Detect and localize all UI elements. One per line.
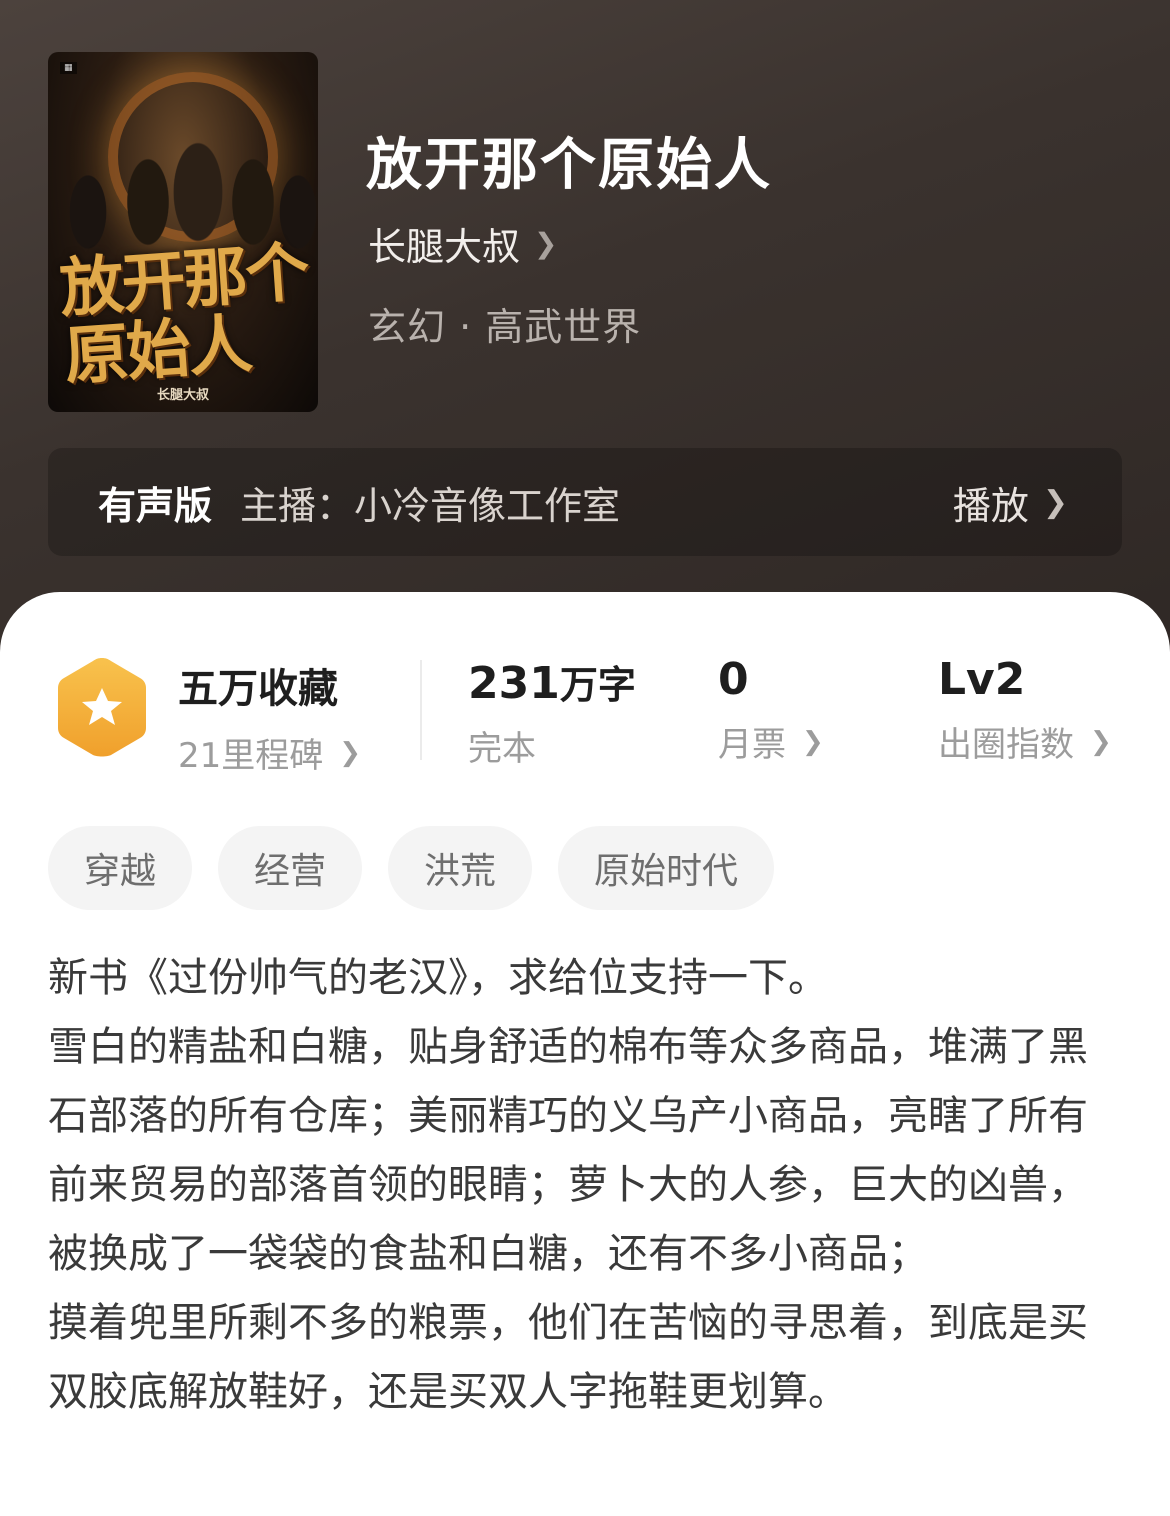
tag-chip[interactable]: 穿越 xyxy=(48,826,193,910)
description-paragraph: 雪白的精盐和白糖，贴身舒适的棉布等众多商品，堆满了黑石部落的所有仓库；美丽精巧的… xyxy=(48,1024,1088,1277)
monthly-ticket-count: 0 xyxy=(718,654,749,705)
monthly-ticket-stat[interactable]: 0 月票 ❯ xyxy=(718,654,824,766)
popularity-stat[interactable]: Lv2 出圈指数 ❯ xyxy=(938,654,1112,766)
narrator-info: 主播：小冷音像工作室 xyxy=(240,483,621,528)
favorites-count: 五万收藏 xyxy=(178,666,338,712)
play-button[interactable]: 播放 ❯ xyxy=(953,475,1068,530)
stat-divider xyxy=(420,660,422,760)
completion-status: 完本 xyxy=(468,729,536,769)
chevron-right-icon: ❯ xyxy=(1042,484,1068,520)
word-count-stat: 231万字 完本 xyxy=(468,654,636,770)
author-name: 长腿大叔 xyxy=(368,225,521,269)
audio-version-bar[interactable]: 有声版 主播：小冷音像工作室 播放 ❯ xyxy=(48,448,1122,556)
author-link[interactable]: 长腿大叔 ❯ xyxy=(368,216,557,271)
word-count-number: 231 xyxy=(468,658,560,709)
cover-author: 长腿大叔 xyxy=(156,388,209,403)
milestone-label: 21里程碑 xyxy=(178,736,324,776)
play-label: 播放 xyxy=(952,483,1029,528)
chevron-right-icon: ❯ xyxy=(802,726,824,757)
description-paragraph: 摸着兜里所剩不多的粮票，他们在苦恼的寻思着，到底是买双胶底解放鞋好，还是买双人字… xyxy=(48,1300,1088,1415)
book-title: 放开那个原始人 xyxy=(366,133,772,198)
cover-title: 放开那个原始人 xyxy=(57,234,310,395)
word-count-unit: 万字 xyxy=(559,663,636,707)
tag-chip[interactable]: 洪荒 xyxy=(388,826,533,910)
tag-chip[interactable]: 原始时代 xyxy=(558,826,775,910)
description-paragraph: 新书《过份帅气的老汉》，求给位支持一下。 xyxy=(48,955,828,1001)
publisher-mark: ▦ xyxy=(60,62,77,74)
popularity-level: Lv2 xyxy=(938,654,1026,705)
favorites-stat[interactable]: 五万收藏 21里程碑 ❯ xyxy=(178,656,361,777)
book-cover[interactable]: ▦ 放开那个原始人 长腿大叔 xyxy=(48,52,318,412)
chevron-right-icon: ❯ xyxy=(534,227,558,260)
monthly-ticket-label: 月票 xyxy=(718,725,786,765)
audio-version-label: 有声版 xyxy=(98,483,213,528)
chevron-right-icon: ❯ xyxy=(339,737,362,768)
book-description[interactable]: 新书《过份帅气的老汉》，求给位支持一下。 雪白的精盐和白糖，贴身舒适的棉布等众多… xyxy=(48,944,1122,1427)
tag-list: 穿越 经营 洪荒 原始时代 xyxy=(48,826,800,910)
chevron-right-icon: ❯ xyxy=(1090,726,1112,757)
milestone-link: 21里程碑 ❯ xyxy=(178,728,361,777)
book-header: ▦ 放开那个原始人 长腿大叔 放开那个原始人 长腿大叔 ❯ 玄幻 · 高武世界 … xyxy=(0,0,1170,660)
book-genre: 玄幻 · 高武世界 xyxy=(368,305,642,349)
tag-chip[interactable]: 经营 xyxy=(218,826,363,910)
popularity-label: 出圈指数 xyxy=(938,725,1074,765)
star-badge-icon xyxy=(58,658,146,757)
